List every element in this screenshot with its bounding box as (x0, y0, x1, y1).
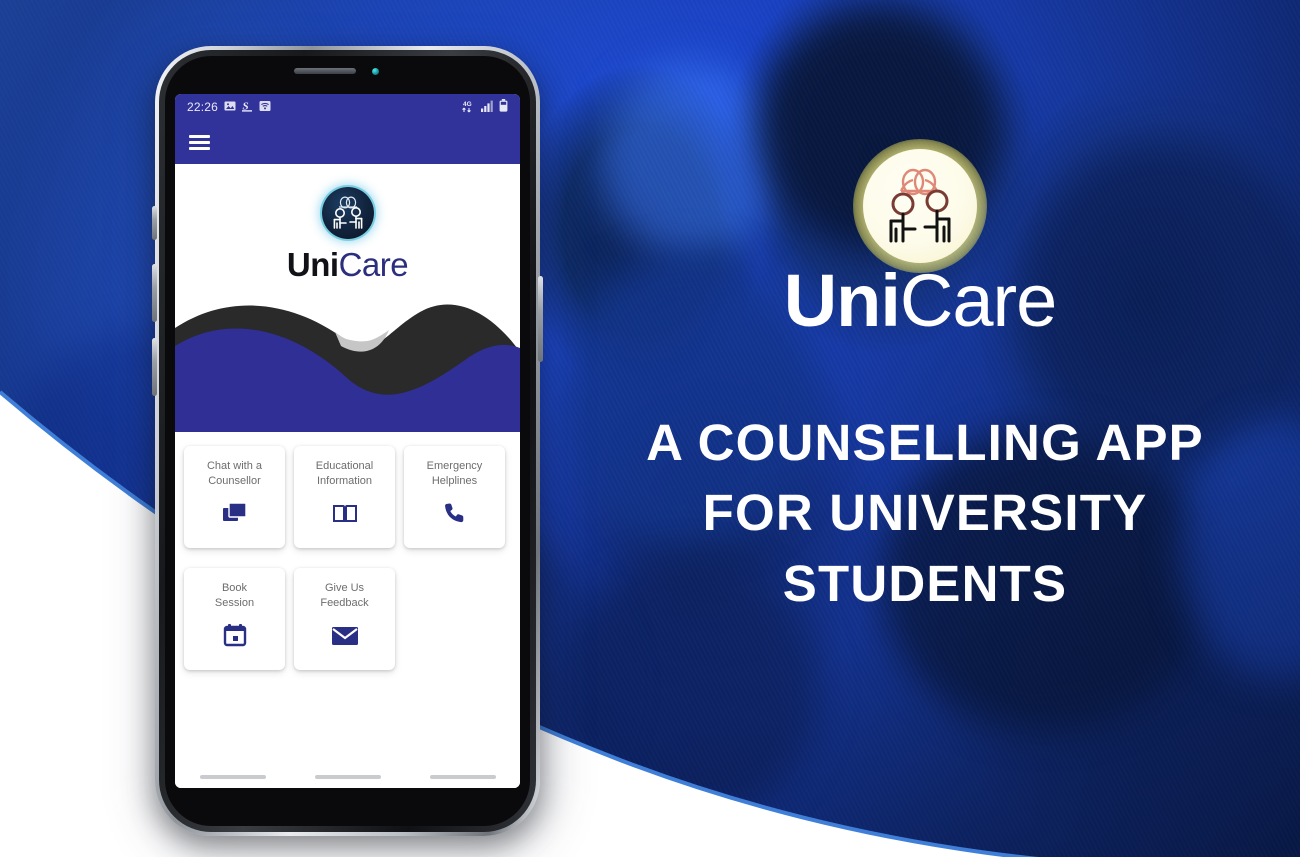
app-bar (175, 120, 520, 164)
app-brand-light: Care (338, 246, 409, 283)
phone-volume-down-button (152, 338, 157, 396)
nav-hint[interactable] (199, 775, 266, 779)
card-emergency-helplines[interactable]: Emergency Helplines (404, 446, 505, 548)
hamburger-menu-icon[interactable] (189, 134, 210, 150)
card-educational-information[interactable]: Educational Information (294, 446, 395, 548)
app-content: UniCare Chat with a Counsellor Education… (175, 164, 520, 788)
open-book-icon (332, 503, 358, 530)
wifi-hotspot-icon (259, 100, 271, 115)
signal-bars-icon (481, 100, 494, 115)
headline-line-3: STUDENTS (782, 554, 1068, 612)
app-brand-bold: Uni (286, 246, 339, 283)
card-label-line1: Book (221, 582, 248, 594)
chat-bubble-icon (222, 501, 248, 530)
promo-banner: UniCare A COUNSELLING APP FOR UNIVERSITY… (0, 0, 1300, 857)
nav-hint[interactable] (314, 775, 381, 779)
card-book-session[interactable]: Book Session (184, 568, 285, 670)
svg-text:4G: 4G (463, 101, 472, 108)
card-label-line2: Helplines (431, 475, 478, 487)
two-seated-figures-with-overlapping-circles-icon (889, 168, 951, 243)
calendar-icon (223, 623, 247, 652)
phone-notch (259, 56, 436, 86)
card-label-line2: Counsellor (208, 475, 261, 487)
card-label-line2: Information (316, 475, 373, 487)
card-label-line1: Emergency (426, 460, 483, 472)
phone-volume-up-button (152, 264, 157, 322)
status-time: 22:26 (187, 100, 219, 114)
card-label-line2: Feedback (320, 597, 369, 609)
phone-mockup: 22:26 S 4G UniCare Chat with a Counsello… (152, 46, 543, 836)
battery-icon (499, 99, 508, 115)
phone-power-button (538, 276, 543, 362)
status-bar: 22:26 S 4G (175, 94, 520, 120)
data-transfer-icon: 4G (461, 99, 476, 116)
card-label-line1: Give Us (324, 582, 365, 594)
hero-brand-wordmark: UniCare (540, 264, 1300, 338)
card-label-line2: Session (214, 597, 255, 609)
hero-brand-light: Care (899, 259, 1057, 342)
envelope-icon (331, 625, 359, 652)
feature-cards: Chat with a Counsellor Educational Infor… (175, 446, 520, 690)
card-give-us-feedback[interactable]: Give Us Feedback (294, 568, 395, 670)
phone-screen: 22:26 S 4G UniCare Chat with a Counsello… (175, 94, 520, 788)
android-navigation-hints (175, 766, 520, 788)
s-app-icon: S (242, 100, 253, 115)
phone-side-button (152, 206, 157, 240)
unicare-circle-icon (321, 187, 374, 239)
card-label-line1: Educational (315, 460, 374, 472)
app-logo-block: UniCare (175, 164, 520, 281)
app-brand-wordmark: UniCare (286, 246, 409, 283)
card-label-line1: Chat with a (206, 460, 263, 472)
headline-line-2: FOR UNIVERSITY (702, 484, 1148, 542)
hero-headline: A COUNSELLING APP FOR UNIVERSITY STUDENT… (570, 408, 1280, 619)
hero-content: UniCare A COUNSELLING APP FOR UNIVERSITY… (540, 0, 1300, 857)
front-camera-icon (371, 68, 379, 75)
phone-call-icon (443, 501, 467, 530)
card-row: Book Session Give Us Feedback (184, 568, 511, 670)
wave-banner (175, 284, 520, 432)
nav-hint[interactable] (429, 775, 496, 779)
card-chat-with-a-counsellor[interactable]: Chat with a Counsellor (184, 446, 285, 548)
headline-line-1: A COUNSELLING APP (646, 414, 1204, 471)
photo-icon (224, 100, 236, 115)
card-row: Chat with a Counsellor Educational Infor… (184, 446, 511, 548)
hero-brand-bold: Uni (783, 259, 901, 342)
earpiece-speaker (293, 68, 356, 74)
hero-logo (853, 139, 987, 273)
